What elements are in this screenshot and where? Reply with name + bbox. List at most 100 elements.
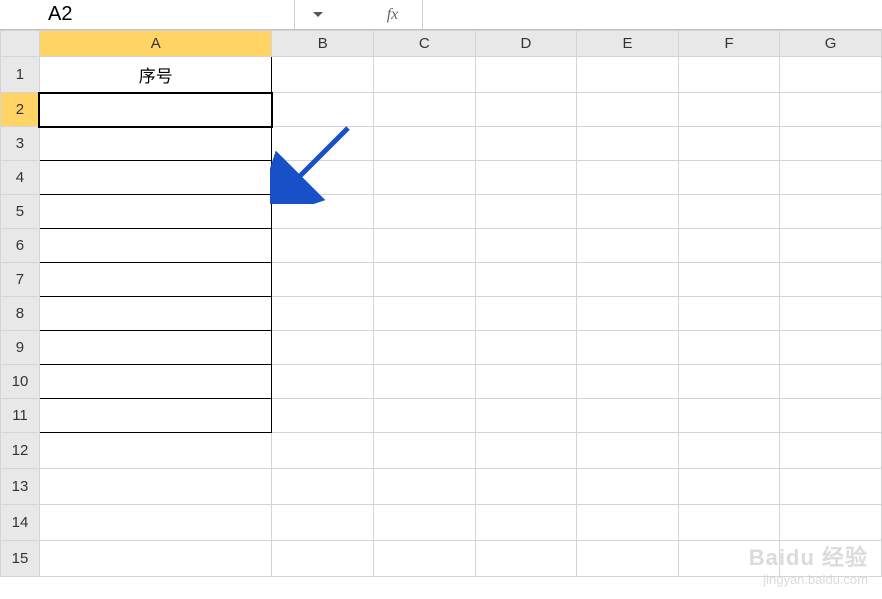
cell-A12[interactable] xyxy=(39,433,272,469)
cell-F3[interactable] xyxy=(678,127,780,161)
cell-G4[interactable] xyxy=(780,161,882,195)
row-header-12[interactable]: 12 xyxy=(1,433,40,469)
cell-D8[interactable] xyxy=(475,297,577,331)
cell-A15[interactable] xyxy=(39,541,272,577)
row-header-4[interactable]: 4 xyxy=(1,161,40,195)
column-header-A[interactable]: A xyxy=(39,31,272,57)
cell-D11[interactable] xyxy=(475,399,577,433)
cell-B1[interactable] xyxy=(272,57,374,93)
row-header-2[interactable]: 2 xyxy=(1,93,40,127)
cell-C1[interactable] xyxy=(374,57,476,93)
cell-D9[interactable] xyxy=(475,331,577,365)
cell-G2[interactable] xyxy=(780,93,882,127)
cell-C6[interactable] xyxy=(374,229,476,263)
cell-C9[interactable] xyxy=(374,331,476,365)
cell-A13[interactable] xyxy=(39,469,272,505)
cell-G6[interactable] xyxy=(780,229,882,263)
cell-C7[interactable] xyxy=(374,263,476,297)
cell-F7[interactable] xyxy=(678,263,780,297)
cell-F6[interactable] xyxy=(678,229,780,263)
cell-D10[interactable] xyxy=(475,365,577,399)
cell-A1[interactable]: 序号 xyxy=(39,57,272,93)
cell-F12[interactable] xyxy=(678,433,780,469)
cell-E1[interactable] xyxy=(577,57,679,93)
cell-D4[interactable] xyxy=(475,161,577,195)
cell-G5[interactable] xyxy=(780,195,882,229)
cell-C15[interactable] xyxy=(374,541,476,577)
cell-D12[interactable] xyxy=(475,433,577,469)
cell-F15[interactable] xyxy=(678,541,780,577)
cell-G8[interactable] xyxy=(780,297,882,331)
cell-E11[interactable] xyxy=(577,399,679,433)
cell-B6[interactable] xyxy=(272,229,374,263)
cell-B12[interactable] xyxy=(272,433,374,469)
cell-G10[interactable] xyxy=(780,365,882,399)
cell-C13[interactable] xyxy=(374,469,476,505)
row-header-10[interactable]: 10 xyxy=(1,365,40,399)
cell-D13[interactable] xyxy=(475,469,577,505)
cell-F9[interactable] xyxy=(678,331,780,365)
column-header-D[interactable]: D xyxy=(475,31,577,57)
cell-F8[interactable] xyxy=(678,297,780,331)
cell-A7[interactable] xyxy=(39,263,272,297)
cell-C12[interactable] xyxy=(374,433,476,469)
column-header-G[interactable]: G xyxy=(780,31,882,57)
cell-E7[interactable] xyxy=(577,263,679,297)
cell-E12[interactable] xyxy=(577,433,679,469)
column-header-C[interactable]: C xyxy=(374,31,476,57)
cell-F14[interactable] xyxy=(678,505,780,541)
cell-C2[interactable] xyxy=(374,93,476,127)
cell-A8[interactable] xyxy=(39,297,272,331)
cell-A6[interactable] xyxy=(39,229,272,263)
cell-E4[interactable] xyxy=(577,161,679,195)
cell-E14[interactable] xyxy=(577,505,679,541)
row-header-9[interactable]: 9 xyxy=(1,331,40,365)
column-header-B[interactable]: B xyxy=(272,31,374,57)
row-header-7[interactable]: 7 xyxy=(1,263,40,297)
cell-F10[interactable] xyxy=(678,365,780,399)
cell-B11[interactable] xyxy=(272,399,374,433)
cell-F4[interactable] xyxy=(678,161,780,195)
cell-D6[interactable] xyxy=(475,229,577,263)
cell-D5[interactable] xyxy=(475,195,577,229)
cell-F11[interactable] xyxy=(678,399,780,433)
formula-input[interactable] xyxy=(423,0,882,29)
cell-C4[interactable] xyxy=(374,161,476,195)
cell-E10[interactable] xyxy=(577,365,679,399)
row-header-13[interactable]: 13 xyxy=(1,469,40,505)
cell-B2[interactable] xyxy=(272,93,374,127)
cell-E15[interactable] xyxy=(577,541,679,577)
cell-D15[interactable] xyxy=(475,541,577,577)
cell-E2[interactable] xyxy=(577,93,679,127)
cell-B4[interactable] xyxy=(272,161,374,195)
column-header-F[interactable]: F xyxy=(678,31,780,57)
cell-B10[interactable] xyxy=(272,365,374,399)
row-header-5[interactable]: 5 xyxy=(1,195,40,229)
cell-G13[interactable] xyxy=(780,469,882,505)
cell-C5[interactable] xyxy=(374,195,476,229)
cell-F1[interactable] xyxy=(678,57,780,93)
cell-G7[interactable] xyxy=(780,263,882,297)
cell-G3[interactable] xyxy=(780,127,882,161)
cell-D2[interactable] xyxy=(475,93,577,127)
cell-G14[interactable] xyxy=(780,505,882,541)
cell-B5[interactable] xyxy=(272,195,374,229)
cell-C14[interactable] xyxy=(374,505,476,541)
cell-E9[interactable] xyxy=(577,331,679,365)
insert-function-button[interactable]: fx xyxy=(363,0,423,29)
cell-A10[interactable] xyxy=(39,365,272,399)
cell-B9[interactable] xyxy=(272,331,374,365)
cell-B8[interactable] xyxy=(272,297,374,331)
cell-D14[interactable] xyxy=(475,505,577,541)
cell-D3[interactable] xyxy=(475,127,577,161)
cell-A3[interactable] xyxy=(39,127,272,161)
cell-G11[interactable] xyxy=(780,399,882,433)
name-box-input[interactable] xyxy=(48,3,313,26)
cell-G15[interactable] xyxy=(780,541,882,577)
cell-E6[interactable] xyxy=(577,229,679,263)
cell-B13[interactable] xyxy=(272,469,374,505)
cell-C3[interactable] xyxy=(374,127,476,161)
cell-A4[interactable] xyxy=(39,161,272,195)
cell-E13[interactable] xyxy=(577,469,679,505)
cell-G1[interactable] xyxy=(780,57,882,93)
